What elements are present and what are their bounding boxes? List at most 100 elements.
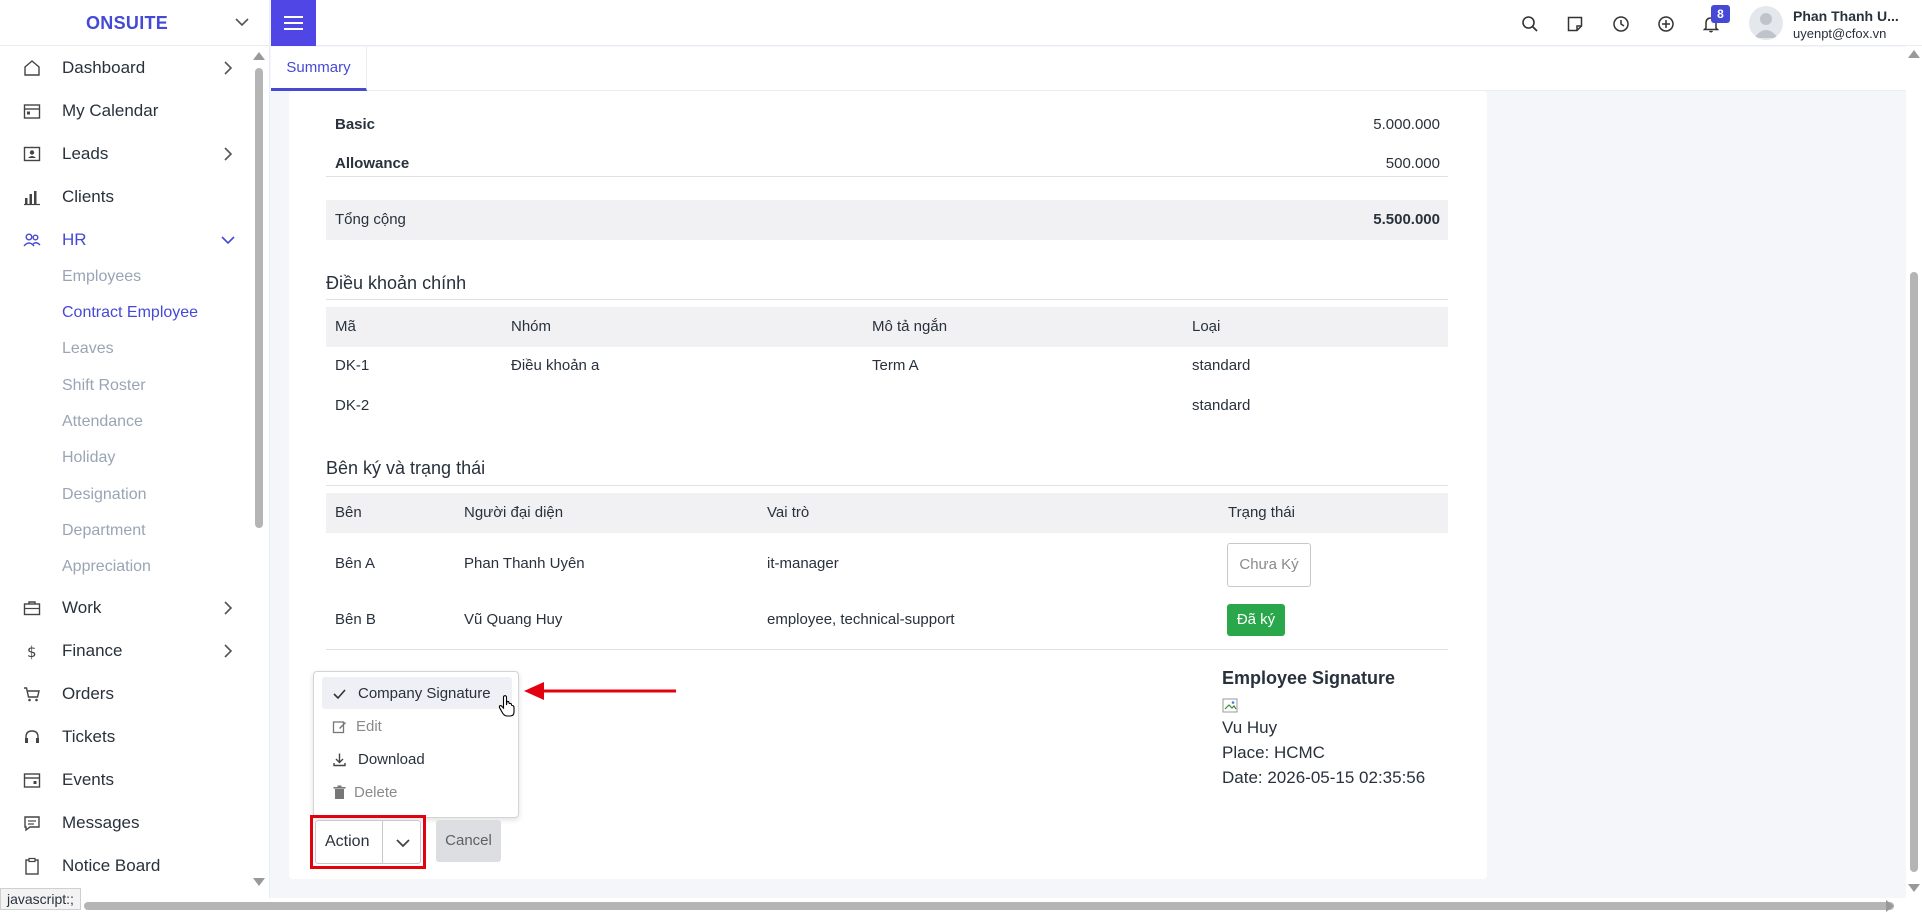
page-horizontal-scrollbar[interactable]: [0, 898, 1922, 914]
page-vertical-scrollbar[interactable]: [1906, 46, 1922, 898]
scroll-up-arrow[interactable]: [1908, 50, 1920, 58]
table-cell: DK-2: [335, 397, 370, 414]
sidebar-subitem-leaves[interactable]: Leaves: [62, 340, 114, 358]
salary-value: 500.000: [1385, 155, 1440, 172]
page-scroll-thumb[interactable]: [1910, 272, 1918, 872]
sidebar-item-events[interactable]: Events: [0, 760, 252, 798]
scroll-right-arrow[interactable]: [1886, 900, 1894, 912]
search-icon[interactable]: [1520, 14, 1540, 34]
sidebar-scroll-thumb[interactable]: [255, 68, 263, 528]
sidebar-item-tickets[interactable]: Tickets: [0, 717, 252, 755]
sidebar-item-dashboard[interactable]: Dashboard: [0, 48, 252, 86]
sidebar-subitem-appreciation[interactable]: Appreciation: [62, 558, 151, 576]
sidebar-subitem-employees[interactable]: Employees: [62, 268, 141, 286]
table-cell: Bên B: [335, 611, 376, 628]
hand-cursor-icon: [498, 695, 515, 717]
menu-item-download[interactable]: Download: [322, 743, 512, 775]
sidebar-item-label: Orders: [62, 684, 114, 703]
sidebar-item-label: Tickets: [62, 727, 116, 746]
brand-header[interactable]: ONSUITE: [0, 0, 270, 46]
employee-signature-title: Employee Signature: [1222, 668, 1396, 688]
sidebar-item-work[interactable]: Work: [0, 588, 252, 626]
action-button[interactable]: Action: [315, 820, 421, 864]
headset-icon: [25, 730, 39, 743]
download-icon: [333, 753, 346, 767]
tab-summary[interactable]: Summary: [271, 47, 367, 91]
sidebar-item-messages[interactable]: Messages: [0, 803, 252, 841]
sidebar-subitem-designation[interactable]: Designation: [62, 486, 147, 504]
terms-table-header: Mã Nhóm Mô tả ngắn Loại: [326, 307, 1448, 347]
avatar[interactable]: [1749, 6, 1783, 40]
column-header: Vai trò: [767, 504, 810, 521]
sidebar-item-finance[interactable]: $ Finance: [0, 631, 252, 669]
people-icon: [23, 233, 41, 247]
sidebar-item-hr[interactable]: HR: [0, 220, 252, 258]
contact-card-icon: [23, 146, 41, 162]
sidebar-subitem-shift-roster[interactable]: Shift Roster: [62, 377, 146, 395]
unsigned-status-button[interactable]: Chưa Ký: [1227, 543, 1311, 587]
action-button-label: Action: [325, 833, 370, 850]
table-cell: Bên A: [335, 555, 376, 572]
signed-status-badge: Đã ký: [1227, 604, 1285, 636]
sidebar-item-label: HR: [62, 230, 87, 249]
chevron-right-icon: [224, 644, 233, 658]
calendar-event-icon: [23, 773, 41, 788]
table-cell: standard: [1192, 397, 1251, 414]
sidebar-item-label: Messages: [62, 813, 140, 832]
sidebar-item-leads[interactable]: Leads: [0, 134, 252, 172]
sidebar-scrollbar[interactable]: [252, 52, 265, 886]
scroll-down-arrow[interactable]: [253, 878, 265, 886]
sidebar-subitem-contract-employee[interactable]: Contract Employee: [62, 304, 198, 322]
menu-item-delete[interactable]: Delete: [322, 776, 512, 808]
table-cell: DK-1: [335, 357, 370, 374]
menu-item-company-signature[interactable]: Company Signature: [322, 677, 512, 709]
scroll-up-arrow[interactable]: [253, 52, 265, 60]
clock-icon[interactable]: [1611, 14, 1631, 34]
annotation-arrow-icon: [524, 682, 676, 700]
action-dropdown-menu: Company Signature Edit Download Delete: [313, 671, 519, 818]
chevron-down-icon[interactable]: [233, 13, 251, 31]
column-header: Mã: [335, 318, 356, 335]
sticky-note-icon[interactable]: [1565, 14, 1585, 34]
table-cell: Term A: [872, 357, 919, 374]
broken-image-icon: [1222, 698, 1238, 713]
sidebar-item-clients[interactable]: Clients: [0, 177, 252, 215]
terms-section-title: Điều khoản chính: [326, 273, 467, 293]
sidebar-item-orders[interactable]: Orders: [0, 674, 252, 712]
scroll-down-arrow[interactable]: [1908, 884, 1920, 892]
hamburger-menu-button[interactable]: [271, 0, 316, 46]
signature-place: Place: HCMC: [1222, 743, 1325, 762]
sidebar-item-label: Work: [62, 598, 102, 617]
sidebar-subitem-department[interactable]: Department: [62, 522, 146, 540]
column-header: Loại: [1192, 318, 1221, 335]
chevron-down-icon[interactable]: [394, 834, 412, 852]
sidebar-item-my-calendar[interactable]: My Calendar: [0, 91, 252, 129]
sidebar-item-label: My Calendar: [62, 101, 159, 120]
menu-item-edit[interactable]: Edit: [322, 710, 512, 742]
table-cell: Phan Thanh Uyên: [464, 555, 585, 572]
chevron-down-icon: [221, 236, 235, 245]
sidebar-item-notice-board[interactable]: Notice Board: [0, 846, 252, 884]
user-email: uyenpt@cfox.vn: [1793, 26, 1887, 41]
menu-item-label: Company Signature: [358, 685, 491, 702]
cancel-button[interactable]: Cancel: [436, 820, 501, 862]
divider: [326, 299, 1448, 300]
trash-icon: [333, 785, 346, 799]
plus-circle-icon[interactable]: [1656, 14, 1676, 34]
sidebar-subitem-attendance[interactable]: Attendance: [62, 413, 143, 431]
sidebar-subitem-holiday[interactable]: Holiday: [62, 449, 115, 467]
signers-section-title: Bên ký và trạng thái: [326, 458, 486, 478]
signature-date: Date: 2026-05-15 02:35:56: [1222, 768, 1426, 787]
column-header: Người đại diện: [464, 504, 564, 521]
sidebar-item-label: Dashboard: [62, 58, 146, 77]
salary-label: Basic: [335, 116, 376, 133]
horizontal-scroll-thumb[interactable]: [84, 902, 1894, 910]
salary-label: Allowance: [335, 155, 410, 172]
total-label: Tổng cộng: [335, 211, 406, 228]
signers-table-header: Bên Người đại diện Vai trò Trạng thái: [326, 493, 1448, 533]
column-header: Bên: [335, 504, 362, 521]
cart-icon: [24, 687, 40, 702]
divider: [326, 176, 1448, 177]
menu-item-label: Download: [358, 751, 425, 768]
user-name[interactable]: Phan Thanh U...: [1793, 8, 1899, 24]
